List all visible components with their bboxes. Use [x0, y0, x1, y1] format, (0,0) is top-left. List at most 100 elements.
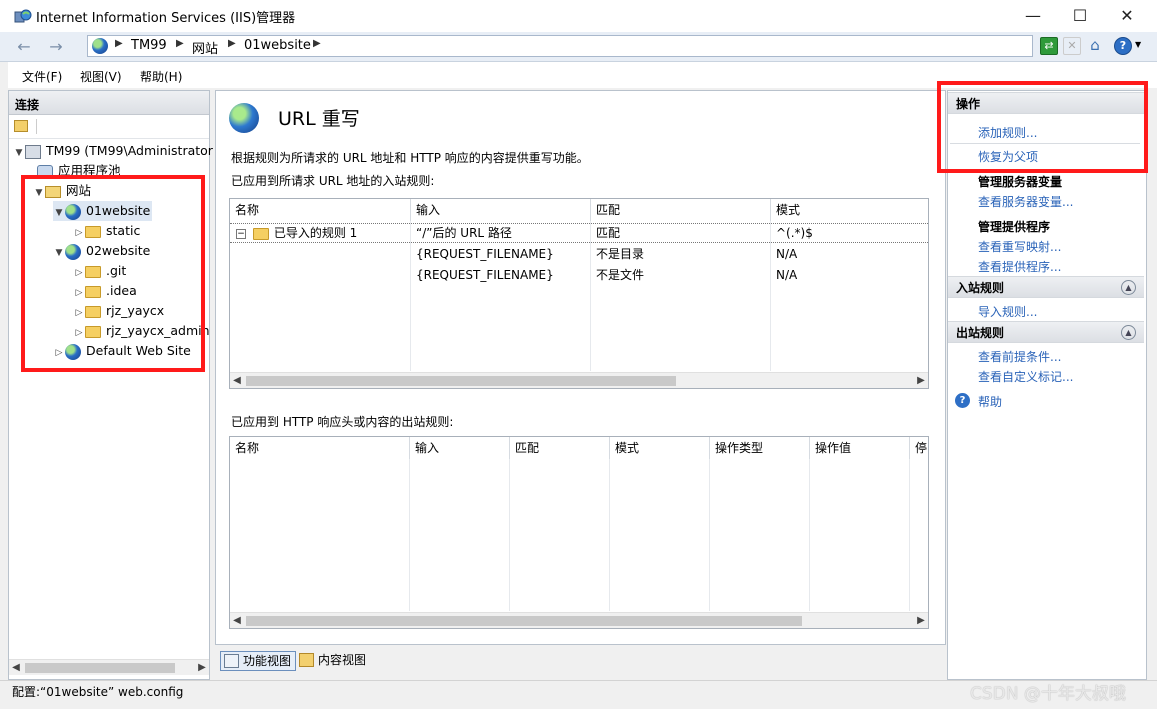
menu-help[interactable]: 帮助(H)	[140, 68, 182, 85]
column-header-match[interactable]: 匹配	[591, 199, 771, 221]
refresh-icon[interactable]: ⇄	[1040, 37, 1058, 55]
view-custom-tags-link[interactable]: 查看自定义标记...	[978, 368, 1073, 385]
view-preconditions-link[interactable]: 查看前提条件...	[978, 348, 1061, 365]
outbound-rules-label: 已应用到 HTTP 响应头或内容的出站规则:	[231, 415, 454, 429]
minimize-button[interactable]: —	[1010, 0, 1056, 32]
table-cell-name: − 已导入的规则 1	[236, 223, 357, 243]
inbound-rules-grid[interactable]: 名称 输入 匹配 模式 − 已导入的规则 1 “/”后的 URL 路径 匹配 ^…	[229, 198, 929, 389]
scroll-right-icon[interactable]: ▶	[195, 660, 209, 676]
chevron-right-icon[interactable]: ▶	[228, 38, 236, 49]
collapse-icon[interactable]: ▲	[1121, 325, 1136, 340]
scroll-left-icon[interactable]: ◀	[230, 373, 244, 389]
tree-node-server[interactable]: ▼ TM99 (TM99\Administrator	[13, 141, 213, 161]
features-view-icon	[224, 654, 239, 668]
scroll-right-icon[interactable]: ▶	[914, 613, 928, 629]
connections-toolbar	[9, 115, 209, 139]
watermark: CSDN @十年大叔哦	[970, 684, 1126, 704]
globe-icon	[92, 38, 108, 54]
feature-description: 根据规则为所请求的 URL 地址和 HTTP 响应的内容提供重写功能。	[231, 151, 589, 165]
column-header-input[interactable]: 输入	[410, 437, 510, 459]
help-icon[interactable]: ?	[1114, 37, 1132, 55]
toolbar-divider	[36, 119, 37, 134]
condition-pattern: N/A	[776, 268, 798, 282]
scrollbar-thumb[interactable]	[246, 376, 676, 386]
inbound-rules-header: 入站规则 ▲	[948, 276, 1144, 298]
scroll-left-icon[interactable]: ◀	[230, 613, 244, 629]
column-divider	[709, 459, 710, 611]
chevron-down-icon[interactable]: ▼	[1135, 40, 1141, 49]
connect-folder-icon[interactable]	[14, 120, 28, 132]
highlight-box	[21, 175, 205, 372]
iis-app-icon	[14, 8, 32, 24]
back-arrow-icon[interactable]: ←	[12, 38, 36, 56]
view-server-variables-link[interactable]: 查看服务器变量...	[978, 193, 1073, 210]
table-cell-pattern: ^(.*)$	[776, 226, 813, 240]
scrollbar-thumb[interactable]	[246, 616, 802, 626]
breadcrumb-sites[interactable]: 网站	[192, 38, 218, 57]
highlight-box	[937, 81, 1148, 173]
condition-input: {REQUEST_FILENAME}	[416, 268, 554, 282]
column-header-pattern[interactable]: 模式	[610, 437, 710, 459]
tab-content-view[interactable]: 内容视图	[296, 651, 370, 671]
view-providers-link[interactable]: 查看提供程序...	[978, 258, 1061, 275]
column-divider	[409, 459, 410, 611]
connections-header: 连接	[9, 91, 209, 115]
rule-name: 已导入的规则 1	[273, 226, 358, 240]
tab-features-view[interactable]: 功能视图	[220, 651, 297, 671]
stop-icon[interactable]: ✕	[1063, 37, 1081, 55]
condition-pattern: N/A	[776, 247, 798, 261]
column-header-match[interactable]: 匹配	[510, 437, 610, 459]
collapse-icon[interactable]: ▲	[1121, 280, 1136, 295]
column-header-name[interactable]: 名称	[230, 199, 411, 221]
outbound-rules-grid[interactable]: 名称 输入 匹配 模式 操作类型 操作值 停 ◀ ▶	[229, 436, 929, 629]
content-view-icon	[299, 653, 314, 667]
column-divider	[509, 459, 510, 611]
column-header-name[interactable]: 名称	[230, 437, 410, 459]
help-link[interactable]: 帮助	[978, 393, 1002, 410]
view-rewrite-maps-link[interactable]: 查看重写映射...	[978, 238, 1061, 255]
column-divider	[410, 221, 411, 371]
menu-view[interactable]: 视图(V)	[80, 68, 122, 85]
column-divider	[770, 221, 771, 371]
chevron-down-icon[interactable]: ▼	[13, 143, 25, 163]
column-header-action-type[interactable]: 操作类型	[710, 437, 810, 459]
help-icon: ?	[955, 393, 970, 408]
folder-icon	[252, 227, 269, 240]
scrollbar-thumb[interactable]	[25, 663, 175, 673]
window-title: Internet Information Services (IIS)管理器	[36, 11, 296, 26]
close-button[interactable]: ✕	[1104, 0, 1150, 32]
server-icon	[25, 144, 41, 159]
column-divider	[590, 221, 591, 371]
column-header-stop[interactable]: 停	[910, 437, 928, 459]
horizontal-scrollbar[interactable]: ◀ ▶	[9, 659, 209, 675]
column-header-input[interactable]: 输入	[411, 199, 591, 221]
column-divider	[809, 459, 810, 611]
column-divider	[609, 459, 610, 611]
scroll-left-icon[interactable]: ◀	[9, 660, 23, 676]
chevron-right-icon[interactable]: ▶	[313, 38, 321, 49]
manage-providers-title: 管理提供程序	[978, 220, 1051, 234]
table-cell-match: 匹配	[596, 226, 621, 240]
import-rules-link[interactable]: 导入规则...	[978, 303, 1037, 320]
breadcrumb-server[interactable]: TM99	[131, 38, 167, 53]
column-header-pattern[interactable]: 模式	[771, 199, 928, 221]
forward-arrow-icon[interactable]: →	[44, 38, 68, 56]
url-rewrite-globe-icon	[229, 103, 259, 133]
breadcrumb-site[interactable]: 01website	[244, 38, 311, 53]
home-icon[interactable]: ⌂	[1086, 37, 1104, 55]
column-header-action-value[interactable]: 操作值	[810, 437, 910, 459]
collapse-icon[interactable]: −	[236, 228, 246, 239]
condition-match: 不是目录	[596, 247, 645, 261]
maximize-button[interactable]: ☐	[1057, 0, 1103, 32]
outbound-rules-header: 出站规则 ▲	[948, 321, 1144, 343]
horizontal-scrollbar[interactable]: ◀ ▶	[230, 612, 928, 628]
chevron-right-icon[interactable]: ▶	[115, 38, 123, 49]
feature-title: URL 重写	[278, 108, 360, 130]
tab-label: 内容视图	[318, 653, 367, 667]
tree-label: TM99 (TM99\Administrator	[46, 143, 213, 158]
horizontal-scrollbar[interactable]: ◀ ▶	[230, 372, 928, 388]
menu-file[interactable]: 文件(F)	[22, 68, 62, 85]
manage-server-variables-title: 管理服务器变量	[978, 175, 1063, 189]
scroll-right-icon[interactable]: ▶	[914, 373, 928, 389]
chevron-right-icon[interactable]: ▶	[176, 38, 184, 49]
